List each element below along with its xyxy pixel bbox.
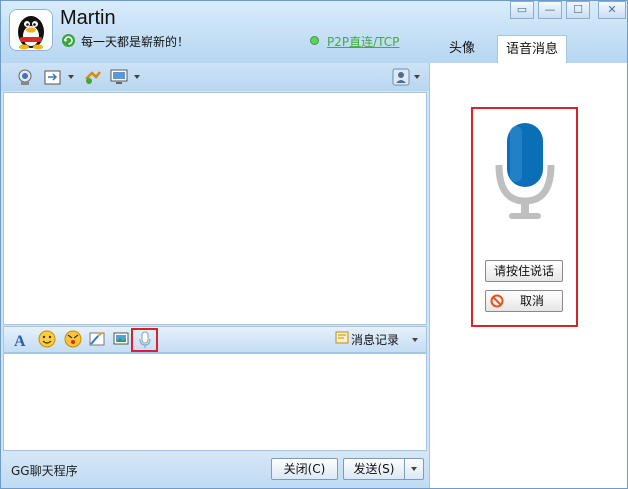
font-icon[interactable]: A bbox=[11, 331, 29, 349]
message-history-area[interactable] bbox=[3, 92, 427, 325]
close-button[interactable]: 关闭(C) bbox=[271, 458, 338, 480]
chevron-down-icon[interactable] bbox=[67, 73, 75, 81]
cancel-voice-button[interactable]: 取消 bbox=[485, 290, 563, 312]
main-toolbar bbox=[1, 63, 429, 91]
program-name: GG聊天程序 bbox=[11, 464, 78, 478]
chat-window: Martin 每一天都是崭新的！ P2P直连/TCP ▭ — ☐ ✕ 头像 语音… bbox=[0, 0, 628, 489]
tab-avatar[interactable]: 头像 bbox=[429, 35, 495, 63]
screenshot-icon[interactable] bbox=[88, 330, 106, 348]
screen-share-icon[interactable] bbox=[109, 67, 129, 87]
send-button[interactable]: 发送(S) bbox=[343, 458, 404, 480]
chevron-down-icon[interactable] bbox=[413, 73, 421, 81]
voice-button-highlight bbox=[131, 328, 158, 352]
cancel-voice-label: 取消 bbox=[519, 294, 544, 308]
send-options-button[interactable] bbox=[404, 458, 424, 480]
signature-text: 每一天都是崭新的！ bbox=[81, 35, 190, 49]
message-history-icon[interactable] bbox=[335, 331, 349, 345]
file-transfer-icon[interactable] bbox=[43, 67, 63, 87]
shake-icon[interactable] bbox=[64, 330, 82, 348]
message-history-button[interactable]: 消息记录 bbox=[351, 331, 399, 348]
contact-name: Martin bbox=[60, 7, 116, 29]
picture-icon[interactable] bbox=[112, 330, 130, 348]
maximize-button[interactable]: ☐ bbox=[566, 1, 590, 19]
side-tabs: 头像 语音消息 bbox=[429, 35, 627, 63]
microphone-icon bbox=[495, 123, 555, 219]
chevron-down-icon bbox=[411, 467, 417, 471]
connection-status-icon bbox=[310, 36, 319, 45]
remote-assist-icon[interactable] bbox=[83, 67, 103, 87]
skin-button[interactable]: ▭ bbox=[510, 1, 534, 19]
user-settings-icon[interactable] bbox=[391, 67, 411, 87]
hold-to-talk-button[interactable]: 请按住说话 bbox=[485, 260, 563, 282]
chevron-down-icon[interactable] bbox=[133, 73, 141, 81]
signature-refresh-icon[interactable] bbox=[61, 33, 76, 48]
svg-text:A: A bbox=[14, 333, 26, 349]
close-window-button[interactable]: ✕ bbox=[598, 1, 626, 19]
penguin-avatar-icon bbox=[10, 10, 52, 50]
cancel-icon bbox=[490, 294, 504, 308]
emoji-icon[interactable] bbox=[38, 330, 56, 348]
minimize-button[interactable]: — bbox=[538, 1, 562, 19]
video-call-icon[interactable] bbox=[15, 67, 35, 87]
message-input[interactable] bbox=[3, 353, 427, 451]
chevron-down-icon[interactable] bbox=[411, 336, 419, 344]
tab-voice-message[interactable]: 语音消息 bbox=[497, 35, 567, 63]
connection-type[interactable]: P2P直连/TCP bbox=[327, 33, 399, 50]
avatar[interactable] bbox=[9, 9, 53, 51]
